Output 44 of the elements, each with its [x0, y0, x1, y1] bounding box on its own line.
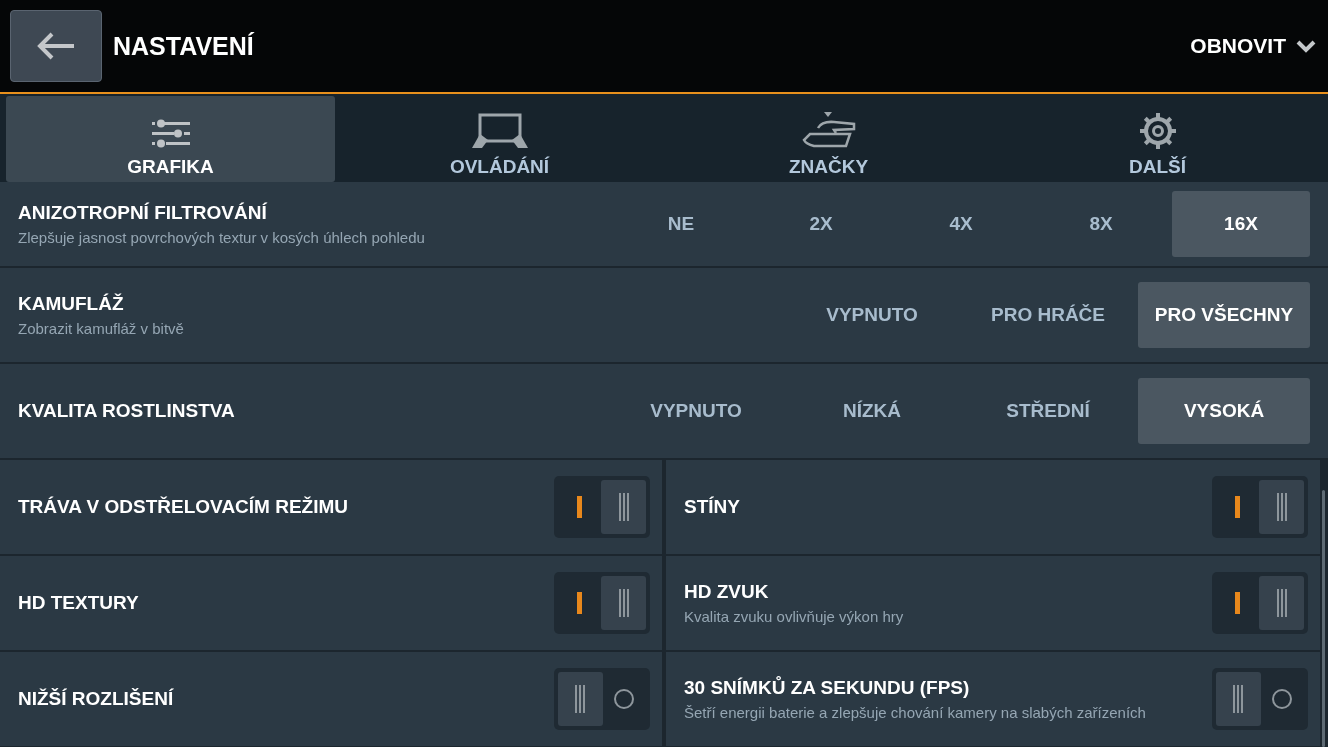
option-button[interactable]: 16X — [1172, 191, 1310, 257]
setting-title: HD TEXTURY — [18, 592, 140, 614]
setting-description: Zlepšuje jasnost povrchových textur v kosých úhlech pohledu — [18, 229, 426, 246]
setting-title: HD ZVUK — [684, 581, 770, 603]
toggle-switch[interactable] — [554, 476, 650, 538]
option-button[interactable]: NE — [612, 191, 750, 257]
tab[interactable]: ZNAČKY — [664, 96, 993, 182]
setting-title: KAMUFLÁŽ — [18, 293, 125, 315]
hands-tablet-icon — [469, 112, 530, 150]
option-button[interactable]: PRO VŠECHNY — [1138, 282, 1310, 348]
setting-title: 30 SNÍMKŮ ZA SEKUNDU (FPS) — [684, 677, 971, 699]
setting-description: Kvalita zvuku ovlivňuje výkon hry — [684, 608, 905, 625]
setting-title: KVALITA ROSTLINSTVA — [18, 400, 236, 422]
option-button[interactable]: 2X — [752, 191, 890, 257]
back-button[interactable] — [10, 10, 102, 82]
page-title: NASTAVENÍ — [113, 31, 255, 61]
toggle-switch[interactable] — [1212, 668, 1308, 730]
setting-description: Zobrazit kamufláž v bitvě — [18, 320, 185, 337]
back-arrow-icon — [36, 31, 76, 61]
option-button[interactable]: VYPNUTO — [786, 282, 958, 348]
toggle-switch[interactable] — [1212, 572, 1308, 634]
setting-title: TRÁVA V ODSTŘELOVACÍM REŽIMU — [18, 496, 350, 518]
option-button[interactable]: PRO HRÁČE — [962, 282, 1134, 348]
chevron-down-icon — [1296, 39, 1316, 53]
scrollbar[interactable] — [1322, 490, 1325, 747]
sliders-icon — [149, 118, 192, 150]
option-button[interactable]: 4X — [892, 191, 1030, 257]
setting-title: NIŽŠÍ ROZLIŠENÍ — [18, 688, 175, 710]
toggle-switch[interactable] — [554, 572, 650, 634]
setting-title: STÍNY — [684, 496, 741, 518]
tab[interactable]: OVLÁDÁNÍ — [335, 96, 664, 182]
option-button[interactable]: NÍZKÁ — [786, 378, 958, 444]
option-button[interactable]: VYPNUTO — [610, 378, 782, 444]
setting-title: ANIZOTROPNÍ FILTROVÁNÍ — [18, 202, 268, 224]
toggle-switch[interactable] — [554, 668, 650, 730]
toggle-switch[interactable] — [1212, 476, 1308, 538]
tab[interactable]: DALŠÍ — [993, 96, 1322, 182]
gear-icon — [1138, 112, 1177, 150]
tab[interactable]: GRAFIKA — [6, 96, 335, 182]
option-button[interactable]: VYSOKÁ — [1138, 378, 1310, 444]
option-button[interactable]: 8X — [1032, 191, 1170, 257]
option-button[interactable]: STŘEDNÍ — [962, 378, 1134, 444]
reset-dropdown[interactable]: OBNOVIT — [1190, 34, 1316, 58]
setting-description: Šetří energii baterie a zlepšuje chování kamery na slabých zařízeních — [684, 704, 1147, 721]
